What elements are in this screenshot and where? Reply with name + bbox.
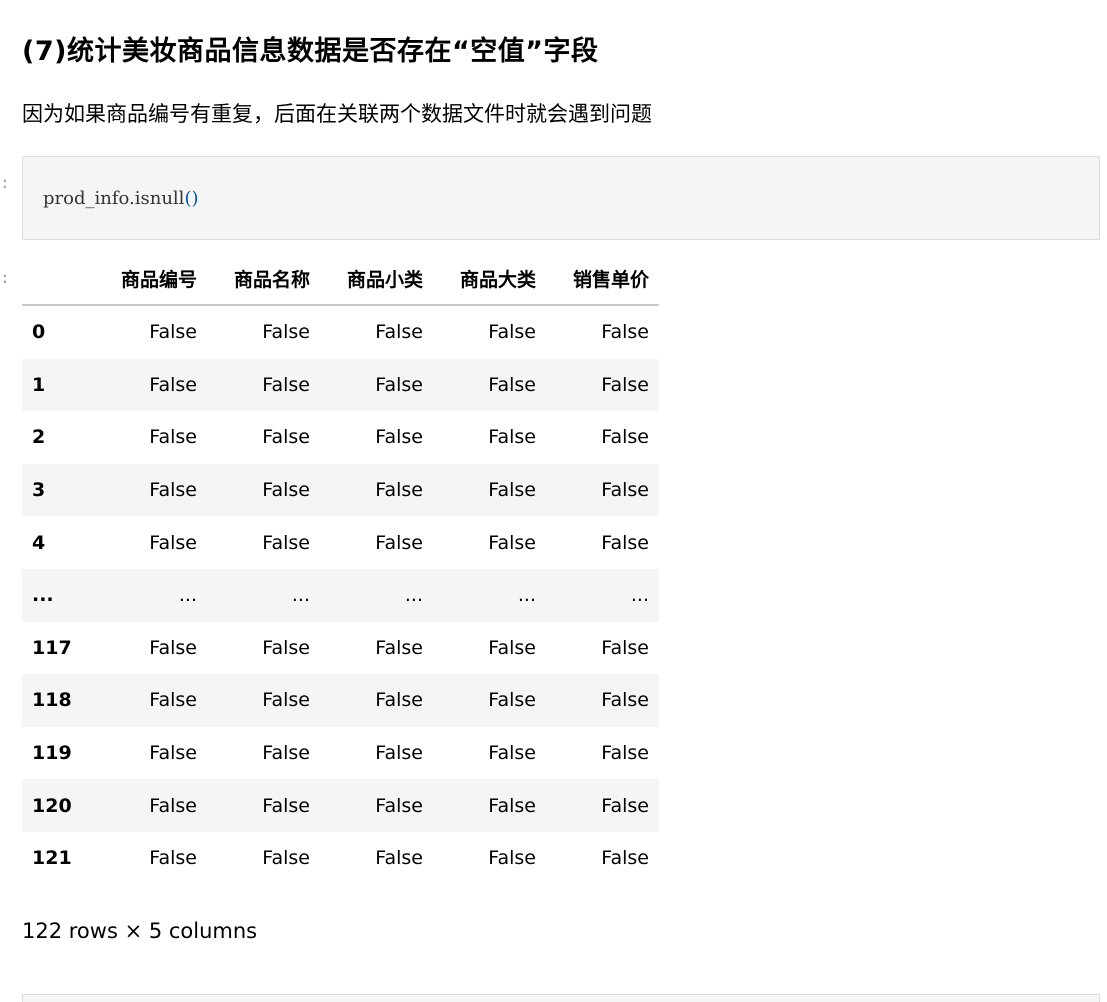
table-row: .................. [22,568,659,622]
row-index: 3 [32,479,46,502]
index-header [22,252,94,306]
table-cell: False [375,426,423,449]
row-index: 119 [32,742,72,765]
table-cell: False [375,636,423,659]
table-cell: ... [291,584,310,607]
table-cell: False [601,531,649,554]
table-cell: False [601,794,649,817]
table-cell: False [601,636,649,659]
table-cell: False [149,742,197,765]
row-index: 117 [32,636,72,659]
table-cell: False [601,479,649,502]
table-cell: ... [404,584,423,607]
table-cell: False [262,373,310,396]
table-cell: False [488,321,536,344]
section-description: 因为如果商品编号有重复，后面在关联两个数据文件时就会遇到问题 [22,102,652,126]
table-cell: False [488,373,536,396]
table-cell: False [375,373,423,396]
table-cell: False [375,479,423,502]
column-header: 商品小类 [320,252,433,306]
table-cell: False [375,847,423,870]
row-index: 121 [32,847,72,870]
row-index: 2 [32,426,46,449]
table-cell: False [488,426,536,449]
table-cell: False [488,794,536,817]
table-cell: False [488,689,536,712]
table-cell: False [149,373,197,396]
code-line[interactable]: prod_info.isnull() [43,187,198,211]
table-cell: False [149,794,197,817]
table-cell: False [375,689,423,712]
row-index: 1 [32,373,46,396]
table-cell: False [262,847,310,870]
table-row: 2 False False False False False [22,411,659,464]
notebook-page: (7)统计美妆商品信息数据是否存在“空值”字段 因为如果商品编号有重复，后面在关… [0,0,1107,1002]
table-cell: False [149,636,197,659]
table-row: 120 False False False False False [22,779,659,832]
table-cell: False [601,847,649,870]
table-cell: False [262,742,310,765]
table-cell: False [149,847,197,870]
column-header: 商品名称 [207,252,320,306]
table-cell: ... [178,584,197,607]
table-cell: ... [517,584,536,607]
table-cell: False [262,321,310,344]
table-cell: False [375,742,423,765]
table-cell: False [601,742,649,765]
table-cell: False [488,531,536,554]
table-cell: False [601,426,649,449]
code-cell-prompt: : [0,173,10,192]
table-cell: False [488,742,536,765]
column-header: 销售单价 [546,252,659,306]
row-index: 4 [32,531,46,554]
row-index: 118 [32,689,72,712]
table-cell: False [375,321,423,344]
dataframe-table: 商品编号 商品名称 商品小类 商品大类 销售单价 0 False False Fals… [22,252,659,885]
table-cell: False [601,321,649,344]
table-cell: False [488,847,536,870]
table-cell: False [488,636,536,659]
column-header: 商品编号 [94,252,207,306]
table-cell: False [149,531,197,554]
table-cell: False [375,794,423,817]
table-cell: False [149,479,197,502]
code-parens: () [184,188,199,209]
table-header-row: 商品编号 商品名称 商品小类 商品大类 销售单价 [22,252,659,306]
table-row: 4 False False False False False [22,516,659,569]
table-row: 1 False False False False False [22,358,659,412]
table-cell: ... [630,584,649,607]
table-cell: False [262,689,310,712]
table-cell: False [262,426,310,449]
output-cell-prompt: : [0,268,10,287]
table-cell: False [149,689,197,712]
table-cell: False [149,426,197,449]
code-cell[interactable]: prod_info.isnull() [22,156,1100,240]
table-cell: False [601,373,649,396]
row-index: ... [32,584,54,607]
next-code-cell[interactable] [22,994,1100,1002]
table-row: 118 False False False False False [22,674,659,727]
table-row: 119 False False False False False [22,726,659,780]
table-cell: False [262,531,310,554]
table-cell: False [262,794,310,817]
section-heading: (7)统计美妆商品信息数据是否存在“空值”字段 [22,36,599,67]
dataframe-shape: 122 rows × 5 columns [22,919,258,943]
table-cell: False [262,479,310,502]
table-cell: False [601,689,649,712]
row-index: 120 [32,794,72,817]
table-row: 121 False False False False False [22,831,659,885]
code-text: prod_info.isnull [43,188,185,209]
table-row: 117 False False False False False [22,621,659,675]
column-header: 商品大类 [433,252,546,306]
table-row: 0 False False False False False [22,305,659,359]
table-cell: False [488,479,536,502]
table-row: 3 False False False False False [22,463,659,517]
table-cell: False [375,531,423,554]
table-cell: False [262,636,310,659]
table-cell: False [149,321,197,344]
row-index: 0 [32,321,46,344]
